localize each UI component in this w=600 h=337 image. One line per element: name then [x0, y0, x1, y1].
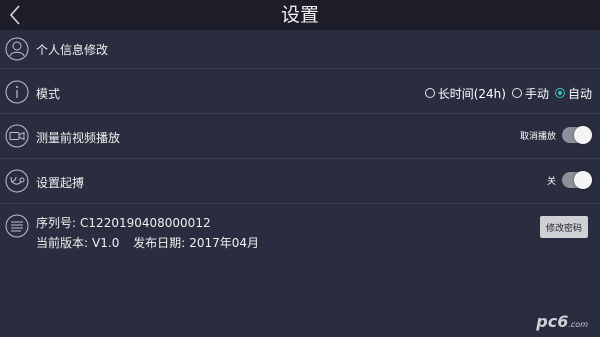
serial-label: 序列号:: [36, 216, 77, 230]
radio-circle-icon: [511, 88, 522, 98]
mode-option-auto-label: 自动: [567, 86, 592, 101]
mode-option-auto[interactable]: 自动: [554, 85, 592, 102]
version-line: 当前版本: V1.0 发布日期: 2017年04月: [36, 234, 259, 251]
version-label: 当前版本:: [36, 236, 89, 250]
video-toggle[interactable]: [562, 126, 592, 144]
serial-line: 序列号: C1220190408000012: [36, 214, 211, 231]
toggle-knob: [574, 171, 592, 189]
page-title: 设置: [280, 4, 319, 26]
setup-toggle-group: 关: [546, 171, 592, 189]
mode-label: 模式: [36, 87, 61, 101]
change-password-button[interactable]: 修改密码: [540, 216, 588, 238]
mode-option-long-label: 长时间(24h): [437, 86, 506, 101]
toggle-knob: [574, 126, 592, 144]
watermark-text: pc6: [536, 312, 569, 331]
watermark-logo: pc6.com: [536, 312, 588, 331]
row-profile[interactable]: 个人信息修改: [0, 30, 600, 69]
setup-toggle[interactable]: [562, 171, 592, 189]
version-value: V1.0: [92, 236, 120, 250]
video-label: 测量前视频播放: [36, 131, 121, 145]
radio-circle-icon: [424, 88, 435, 98]
serial-value: C1220190408000012: [80, 216, 211, 230]
setup-toggle-label: 关: [546, 176, 556, 187]
mode-option-manual-label: 手动: [524, 86, 549, 101]
video-camera-icon: [5, 124, 29, 148]
mode-option-long[interactable]: 长时间(24h): [424, 85, 506, 102]
info-icon: [5, 80, 29, 104]
user-icon: [5, 37, 29, 61]
mode-option-manual[interactable]: 手动: [511, 85, 549, 102]
row-video: 测量前视频播放 取消播放: [0, 114, 600, 159]
mode-radio-group: 长时间(24h) 手动 自动: [424, 85, 592, 102]
top-bar: 设置: [0, 0, 600, 30]
video-toggle-group: 取消播放: [519, 126, 592, 144]
release-value: 2017年04月: [189, 236, 260, 250]
setup-label: 设置起搏: [36, 176, 85, 190]
row-setup: 设置起搏 关: [0, 159, 600, 204]
watermark-suffix: .com: [568, 320, 588, 329]
release-label: 发布日期:: [133, 236, 186, 250]
profile-label: 个人信息修改: [36, 43, 109, 57]
document-lines-icon: [5, 214, 29, 238]
radio-checked-icon: [554, 88, 565, 98]
video-toggle-label: 取消播放: [519, 131, 556, 142]
stethoscope-icon: [5, 169, 29, 193]
